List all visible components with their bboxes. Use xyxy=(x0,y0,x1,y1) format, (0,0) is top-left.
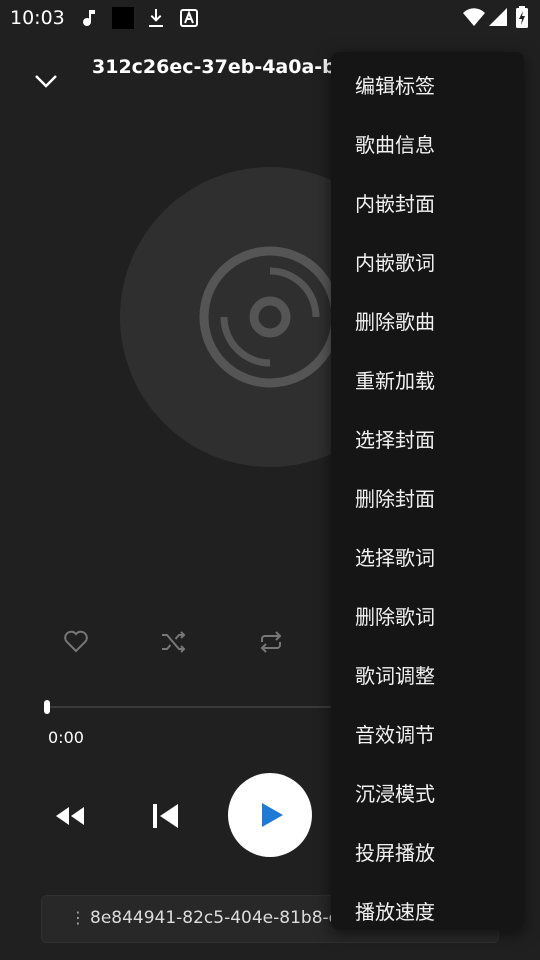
menu-item-audio-effects[interactable]: 音效调节 xyxy=(331,701,524,760)
previous-track-icon[interactable] xyxy=(152,803,180,829)
menu-item-playback-speed[interactable]: 播放速度 xyxy=(331,878,524,930)
menu-item-label: 编辑标签 xyxy=(355,74,435,98)
menu-item-label: 内嵌歌词 xyxy=(355,251,435,275)
menu-item-label: 歌曲信息 xyxy=(355,133,435,157)
chevron-down-icon[interactable] xyxy=(32,68,60,92)
status-time: 10:03 xyxy=(10,7,65,29)
play-button[interactable] xyxy=(228,773,312,857)
drag-handle-icon: ⋮ xyxy=(70,908,86,927)
menu-item-select-cover[interactable]: 选择封面 xyxy=(331,406,524,465)
menu-item-label: 删除歌词 xyxy=(355,605,435,629)
menu-item-label: 内嵌封面 xyxy=(355,192,435,216)
menu-item-song-info[interactable]: 歌曲信息 xyxy=(331,111,524,170)
repeat-icon[interactable] xyxy=(257,628,285,656)
disc-icon xyxy=(199,246,341,388)
menu-item-label: 沉浸模式 xyxy=(355,782,435,806)
menu-item-select-lyrics[interactable]: 选择歌词 xyxy=(331,524,524,583)
app-notification-icon xyxy=(112,7,134,29)
menu-item-embedded-lyrics[interactable]: 内嵌歌词 xyxy=(331,229,524,288)
keyboard-a-icon xyxy=(180,9,198,27)
menu-item-reload[interactable]: 重新加载 xyxy=(331,347,524,406)
menu-item-lyrics-adjust[interactable]: 歌词调整 xyxy=(331,642,524,701)
menu-item-immersive-mode[interactable]: 沉浸模式 xyxy=(331,760,524,819)
progress-track[interactable] xyxy=(46,706,336,708)
music-note-icon xyxy=(83,10,95,26)
menu-item-label: 投屏播放 xyxy=(355,841,435,865)
menu-item-label: 播放速度 xyxy=(355,900,435,924)
play-icon xyxy=(262,803,283,827)
shuffle-icon[interactable] xyxy=(159,628,187,656)
menu-item-label: 选择封面 xyxy=(355,428,435,452)
menu-item-label: 选择歌词 xyxy=(355,546,435,570)
wifi-icon xyxy=(463,8,485,26)
favorite-heart-icon[interactable] xyxy=(63,628,89,654)
menu-item-delete-lyrics[interactable]: 删除歌词 xyxy=(331,583,524,642)
menu-item-label: 删除歌曲 xyxy=(355,310,435,334)
menu-item-cast[interactable]: 投屏播放 xyxy=(331,819,524,878)
menu-item-delete-cover[interactable]: 删除封面 xyxy=(331,465,524,524)
current-time: 0:00 xyxy=(48,728,84,747)
rewind-icon[interactable] xyxy=(54,804,86,828)
song-title: 312c26ec-37eb-4a0a-bd0 xyxy=(92,56,363,78)
cellular-signal-icon xyxy=(489,8,507,26)
overflow-menu: 编辑标签 歌曲信息 内嵌封面 内嵌歌词 删除歌曲 重新加载 选择封面 删除封面 … xyxy=(331,52,524,930)
progress-thumb[interactable] xyxy=(44,700,50,714)
download-icon xyxy=(149,9,163,27)
menu-item-embedded-cover[interactable]: 内嵌封面 xyxy=(331,170,524,229)
menu-item-label: 歌词调整 xyxy=(355,664,435,688)
menu-item-edit-tags[interactable]: 编辑标签 xyxy=(331,52,524,111)
menu-item-delete-song[interactable]: 删除歌曲 xyxy=(331,288,524,347)
menu-item-label: 重新加载 xyxy=(355,369,435,393)
status-bar: 10:03 xyxy=(0,0,540,36)
battery-charging-icon xyxy=(516,6,528,28)
now-playing-text: 8e844941-82c5-404e-81b8-c xyxy=(90,908,338,928)
menu-item-label: 删除封面 xyxy=(355,487,435,511)
menu-item-label: 音效调节 xyxy=(355,723,435,747)
